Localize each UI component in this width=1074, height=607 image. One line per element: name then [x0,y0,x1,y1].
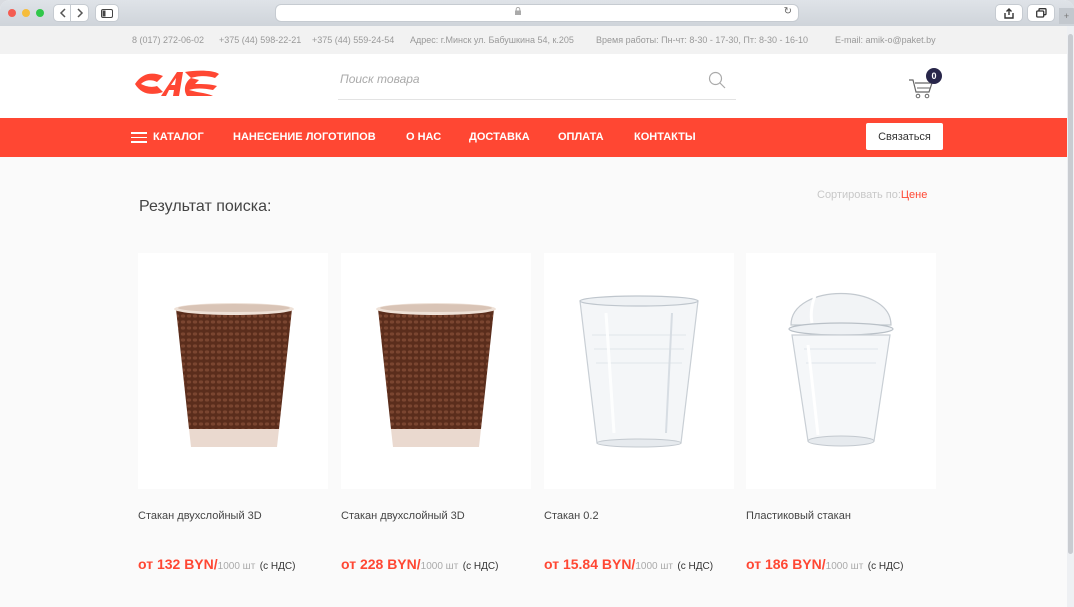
product-price: от 15.84 BYN/1000 шт (с НДС) [544,556,713,574]
sort-label: Сортировать по: [817,189,901,201]
zoom-window-button[interactable] [36,9,44,17]
address-bar[interactable]: ↻ [276,5,798,21]
nav-catalog[interactable]: КАТАЛОГ [153,118,204,157]
browser-window: ↻ + 8 (017) 272-06-02 +375 (44) 598-22-2… [0,0,1074,607]
sidebar-toggle-button[interactable] [96,5,118,21]
price-unit: 1000 шт [825,561,864,572]
price-value: от 186 BYN/ [746,556,826,572]
product-image[interactable] [746,253,936,489]
working-hours: Время работы: Пн-чт: 8-30 - 17-30, Пт: 8… [596,35,809,45]
nav-logo-printing[interactable]: НАНЕСЕНИЕ ЛОГОТИПОВ [233,118,376,157]
email-link[interactable]: E-mail: amik-o@paket.by [835,26,936,54]
page-title: Результат поиска: [139,198,272,215]
product-card[interactable]: Стакан двухслойный 3D от 132 BYN/1000 шт… [138,253,328,583]
search-icon[interactable] [708,71,726,89]
product-image[interactable] [138,253,328,489]
sidebar-icon [101,8,113,18]
forward-button[interactable] [71,5,88,21]
main-navigation: КАТАЛОГ НАНЕСЕНИЕ ЛОГОТИПОВ О НАС ДОСТАВ… [0,118,1067,157]
price-unit: 1000 шт [420,561,459,572]
reload-icon[interactable]: ↻ [784,6,792,17]
cart-button[interactable]: 0 [908,68,946,104]
new-tab-button[interactable]: + [1059,8,1074,24]
product-price: от 228 BYN/1000 шт (с НДС) [341,556,498,574]
product-card[interactable]: Стакан двухслойный 3D от 228 BYN/1000 шт… [341,253,531,583]
nav-about[interactable]: О НАС [406,118,441,157]
chevron-left-icon [59,8,66,18]
price-vat: (с НДС) [867,561,904,572]
tabs-icon [1035,8,1047,18]
clear-cup-with-dome-lid-icon [788,292,894,447]
phone-1[interactable]: 8 (017) 272-06-02 [132,26,204,54]
browser-toolbar: ↻ + [0,0,1074,26]
sort-by-price-link[interactable]: Цене [901,189,927,201]
minimize-window-button[interactable] [22,9,30,17]
price-value: от 132 BYN/ [138,556,218,572]
cart-count-badge: 0 [926,68,942,84]
brown-paper-cup-icon [376,303,496,447]
product-title[interactable]: Стакан двухслойный 3D [138,510,262,522]
product-image[interactable] [544,253,734,489]
contact-info-bar: 8 (017) 272-06-02 +375 (44) 598-22-21 +3… [0,26,1067,54]
product-title[interactable]: Стакан двухслойный 3D [341,510,465,522]
share-button[interactable] [996,5,1022,21]
tabs-overview-button[interactable] [1028,5,1054,21]
product-price: от 186 BYN/1000 шт (с НДС) [746,556,903,574]
site-header: 0 [0,54,1067,118]
price-value: от 228 BYN/ [341,556,421,572]
price-unit: 1000 шт [635,561,673,572]
phone-3[interactable]: +375 (44) 559-24-54 [312,26,394,54]
product-title[interactable]: Пластиковый стакан [746,510,851,522]
price-unit: 1000 шт [217,561,256,572]
product-card[interactable]: Пластиковый стакан от 186 BYN/1000 шт (с… [746,253,936,583]
clear-plastic-cup-icon [579,295,699,448]
nav-delivery[interactable]: ДОСТАВКА [469,118,530,157]
price-value: от 15.84 BYN/ [544,556,636,572]
product-price: от 132 BYN/1000 шт (с НДС) [138,556,295,574]
product-card[interactable]: Стакан 0.2 от 15.84 BYN/1000 шт (с НДС) [544,253,734,583]
product-image[interactable] [341,253,531,489]
lock-icon [515,6,521,17]
price-vat: (с НДС) [462,561,499,572]
brown-paper-cup-icon [174,303,294,447]
back-button[interactable] [54,5,71,21]
share-icon [1004,7,1014,19]
phone-2[interactable]: +375 (44) 598-22-21 [219,26,301,54]
nav-payment[interactable]: ОПЛАТА [558,118,604,157]
price-vat: (с НДС) [677,561,714,572]
close-window-button[interactable] [8,9,16,17]
company-logo[interactable] [133,66,221,102]
product-title[interactable]: Стакан 0.2 [544,510,599,522]
search-input[interactable] [340,72,680,86]
search-box [338,66,736,100]
address-text: Адрес: г.Минск ул. Бабушкина 54, к.205 [410,35,574,45]
price-vat: (с НДС) [259,561,296,572]
sort-control: Сортировать по:Цене [817,189,927,201]
menu-icon[interactable] [131,132,147,143]
chevron-right-icon [76,8,83,18]
nav-contacts[interactable]: КОНТАКТЫ [634,118,696,157]
contact-button[interactable]: Связаться [866,123,943,150]
scrollbar-thumb[interactable] [1068,34,1073,554]
